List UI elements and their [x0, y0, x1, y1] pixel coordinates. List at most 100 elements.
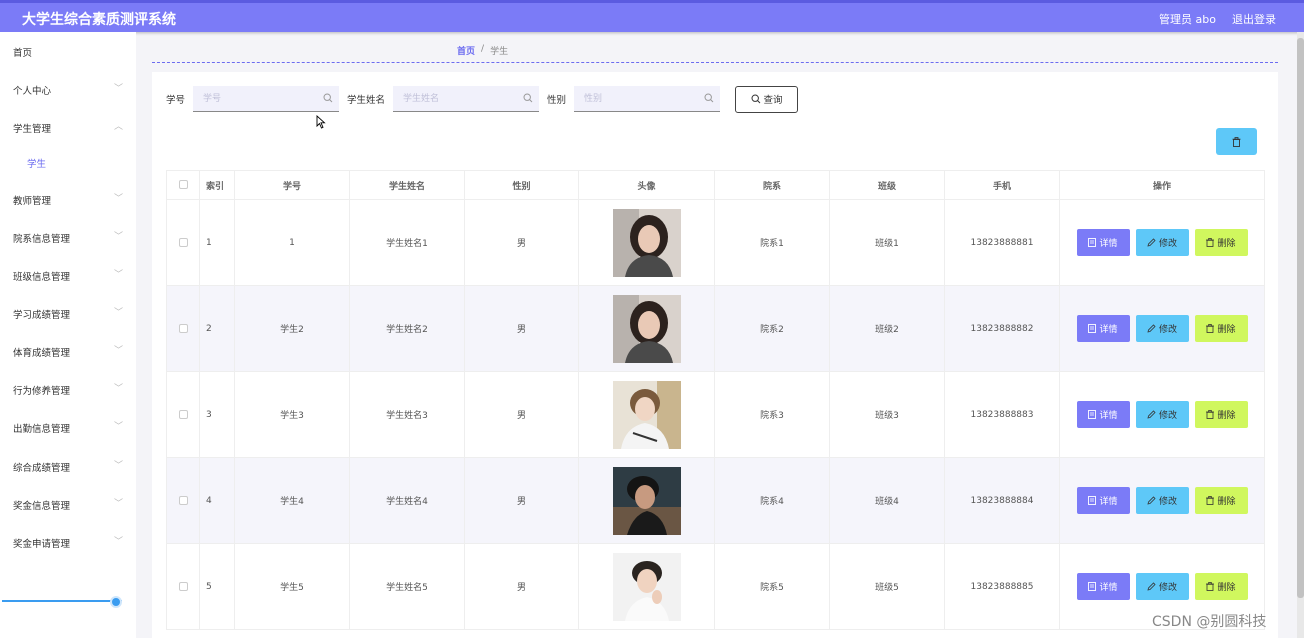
edit-button-label: 修改: [1158, 411, 1177, 421]
xuehao-input[interactable]: [193, 86, 340, 111]
document-icon: [1088, 410, 1097, 419]
sidebar-item-personal-center[interactable]: 个人中心 ﹀: [0, 79, 136, 99]
detail-button[interactable]: 详情: [1076, 229, 1130, 256]
sidebar-item-label: 出勤信息管理: [13, 424, 71, 435]
header-xuehao: 学号: [234, 170, 350, 200]
gender-input-wrapper: [574, 86, 721, 112]
row-actions: 详情 修改 删除: [1060, 487, 1264, 514]
logout-link[interactable]: 退出登录: [1232, 11, 1276, 27]
sidebar-subitem-student[interactable]: 学生: [0, 152, 136, 172]
content-panel: 学号 学生姓名 性别 查询: [152, 72, 1278, 638]
cell-department: 院系5: [714, 543, 830, 630]
table-row: 3 学生3 学生姓名3 男 院系3 班级3 13823888883 详情 修改: [166, 371, 1265, 458]
cell-avatar: [578, 371, 715, 458]
student-name-input[interactable]: [393, 86, 540, 111]
detail-button-label: 详情: [1099, 325, 1118, 335]
search-icon: [704, 93, 714, 103]
header-phone: 手机: [944, 170, 1060, 200]
row-actions: 详情 修改 删除: [1060, 401, 1264, 428]
row-checkbox[interactable]: [178, 409, 188, 419]
detail-button[interactable]: 详情: [1076, 573, 1130, 600]
gender-label: 性别: [547, 95, 567, 106]
sidebar-item-department-management[interactable]: 院系信息管理 ﹀: [0, 227, 136, 247]
sidebar-item-attendance-management[interactable]: 出勤信息管理 ﹀: [0, 417, 136, 437]
breadcrumb-home[interactable]: 首页: [457, 44, 475, 57]
chevron-down-icon: ﹀: [114, 499, 124, 509]
query-button-label: 查询: [763, 95, 783, 106]
query-button[interactable]: 查询: [735, 85, 799, 113]
edit-button-label: 修改: [1158, 325, 1177, 335]
cell-gender: 男: [464, 285, 579, 372]
delete-button[interactable]: 删除: [1194, 573, 1248, 600]
table-header-row: 索引 学号 学生姓名 性别 头像 院系 班级 手机 操作: [166, 170, 1265, 200]
row-actions: 详情 修改 删除: [1060, 229, 1264, 256]
sidebar-item-home[interactable]: 首页: [0, 41, 136, 61]
sidebar-item-label: 综合成绩管理: [13, 463, 71, 474]
trash-icon: [1232, 136, 1241, 147]
sidebar-item-study-score-management[interactable]: 学习成绩管理 ﹀: [0, 303, 136, 323]
edit-button[interactable]: 修改: [1135, 229, 1189, 256]
sidebar-item-bonus-info-management[interactable]: 奖金信息管理 ﹀: [0, 494, 136, 514]
edit-button-label: 修改: [1158, 583, 1177, 593]
sidebar-item-class-management[interactable]: 班级信息管理 ﹀: [0, 265, 136, 285]
cell-class: 班级3: [829, 371, 945, 458]
sidebar-item-sports-score-management[interactable]: 体育成绩管理 ﹀: [0, 341, 136, 361]
delete-button[interactable]: 删除: [1194, 315, 1248, 342]
sidebar-item-bonus-application-management[interactable]: 奖金申请管理 ﹀: [0, 532, 136, 552]
avatar-image: [612, 380, 681, 449]
search-bar: 学号 学生姓名 性别 查询: [166, 85, 799, 113]
detail-button[interactable]: 详情: [1076, 401, 1130, 428]
detail-button[interactable]: 详情: [1076, 315, 1130, 342]
gender-input[interactable]: [574, 86, 721, 111]
cell-operations: 详情 修改 删除: [1059, 457, 1265, 544]
search-icon: [751, 94, 760, 104]
pencil-icon: [1147, 324, 1156, 333]
edit-button[interactable]: 修改: [1135, 315, 1189, 342]
cell-class: 班级1: [829, 199, 945, 286]
edit-button[interactable]: 修改: [1135, 573, 1189, 600]
pencil-icon: [1147, 238, 1156, 247]
sidebar-item-label: 个人中心: [13, 86, 52, 97]
sidebar-item-student-management[interactable]: 学生管理 ︿: [0, 117, 136, 137]
row-checkbox[interactable]: [178, 581, 188, 591]
row-actions: 详情 修改 删除: [1060, 573, 1264, 600]
sidebar-item-overall-score-management[interactable]: 综合成绩管理 ﹀: [0, 456, 136, 476]
header-avatar: 头像: [578, 170, 715, 200]
sidebar-item-label: 学习成绩管理: [13, 310, 71, 321]
page-scrollbar-thumb[interactable]: [1297, 38, 1304, 598]
cell-index: 1: [199, 199, 235, 286]
breadcrumb-current: 学生: [490, 47, 509, 57]
sidebar-item-label: 行为修养管理: [13, 386, 71, 397]
delete-button[interactable]: 删除: [1194, 401, 1248, 428]
search-icon: [323, 93, 333, 103]
cell-student-name: 学生姓名2: [349, 285, 465, 372]
chevron-down-icon: ﹀: [114, 422, 124, 432]
sidebar-scroll-track[interactable]: [2, 600, 122, 602]
edit-button[interactable]: 修改: [1135, 487, 1189, 514]
sidebar-item-behavior-management[interactable]: 行为修养管理 ﹀: [0, 379, 136, 399]
breadcrumb: 首页 / 学生: [457, 44, 508, 57]
cell-index: 4: [199, 457, 235, 544]
select-all-checkbox[interactable]: [178, 180, 188, 189]
delete-button[interactable]: 删除: [1194, 487, 1248, 514]
detail-button[interactable]: 详情: [1076, 487, 1130, 514]
cell-student-name: 学生姓名4: [349, 457, 465, 544]
row-checkbox[interactable]: [178, 495, 188, 505]
edit-button[interactable]: 修改: [1135, 401, 1189, 428]
delete-button[interactable]: 删除: [1194, 229, 1248, 256]
detail-button-label: 详情: [1099, 239, 1118, 249]
sidebar-scroll-handle[interactable]: [110, 596, 122, 608]
row-checkbox[interactable]: [178, 237, 188, 247]
chevron-down-icon: ﹀: [114, 384, 124, 394]
row-select-cell: [166, 543, 200, 630]
sidebar-item-teacher-management[interactable]: 教师管理 ﹀: [0, 189, 136, 209]
row-select-cell: [166, 457, 200, 544]
row-checkbox[interactable]: [178, 323, 188, 333]
sidebar-item-label: 学生管理: [13, 124, 52, 135]
bulk-delete-button[interactable]: [1216, 128, 1257, 155]
delete-button-label: 删除: [1217, 411, 1236, 421]
watermark-text: CSDN @别圆科技: [1152, 614, 1267, 630]
row-select-cell: [166, 199, 200, 286]
app-title: 大学生综合素质测评系统: [22, 12, 176, 28]
row-select-cell: [166, 285, 200, 372]
